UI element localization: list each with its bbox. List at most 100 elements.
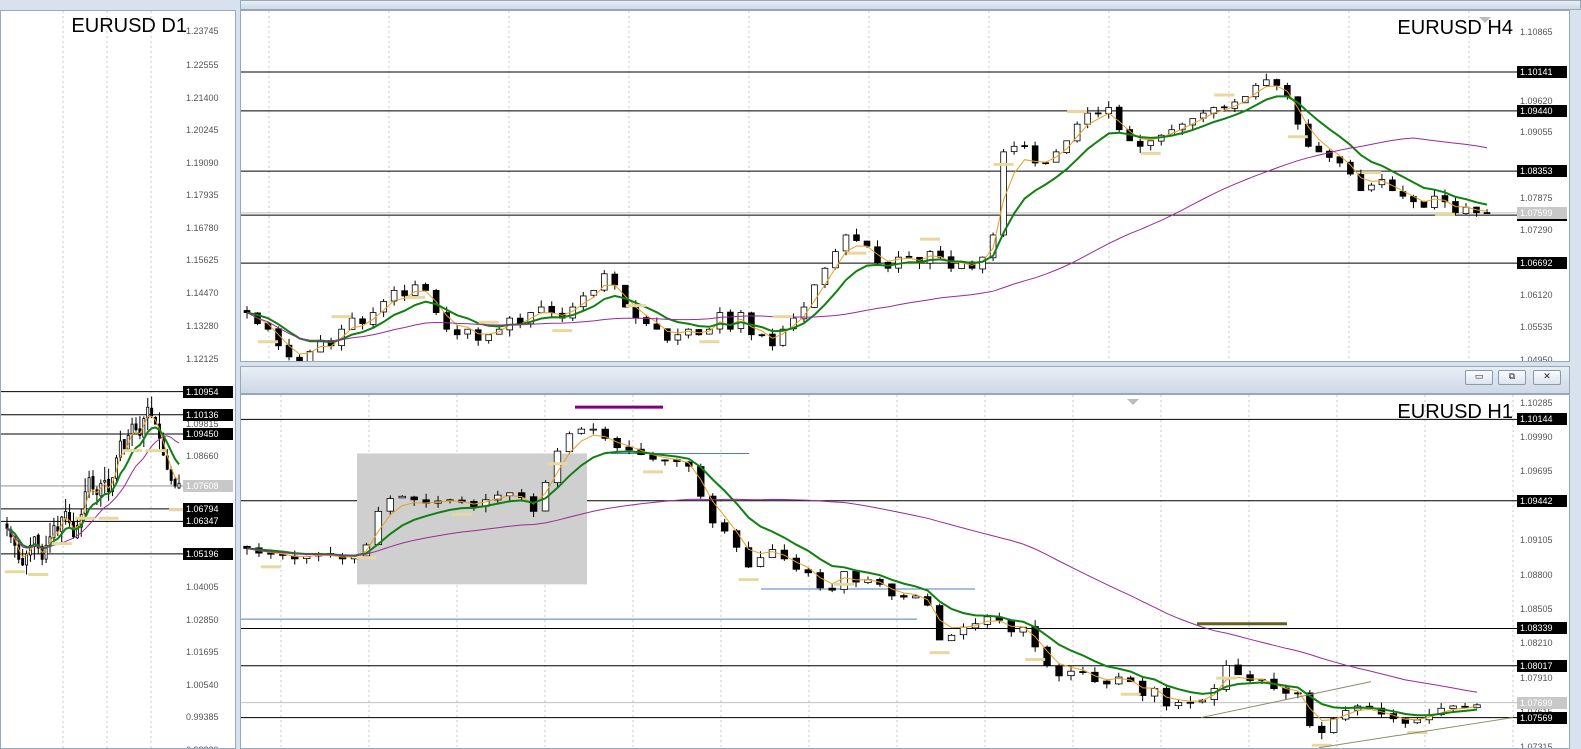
chart-d1-canvas[interactable] <box>1 11 236 749</box>
candle-body <box>553 450 562 484</box>
candle-body <box>1357 173 1365 192</box>
candle-body <box>1055 665 1063 677</box>
level-price-label[interactable]: 1.08017 <box>1517 659 1567 672</box>
candle-body <box>1079 671 1087 673</box>
window-titlebar-h1[interactable]: ▭ ⧉ ✕ <box>240 366 1570 394</box>
candle-body <box>1263 79 1270 86</box>
y-tick-label: 1.20245 <box>186 125 219 136</box>
y-tick-label: 1.08800 <box>1520 570 1553 581</box>
y-tick-label: 1.09990 <box>1520 432 1553 443</box>
current-price-label: 1.07599 <box>1517 206 1567 219</box>
candle-body <box>1136 140 1144 147</box>
candle-body <box>720 522 729 532</box>
candle-body <box>1147 140 1155 146</box>
y-tick-label: 1.21400 <box>186 92 219 103</box>
candle-body <box>390 290 398 302</box>
level-price-label[interactable]: 1.10136 <box>183 408 233 421</box>
candle-body <box>87 477 91 493</box>
level-price-label[interactable]: 1.10954 <box>183 385 233 398</box>
candle-body <box>935 605 944 641</box>
candle-body <box>130 423 134 435</box>
candle-body <box>150 407 154 417</box>
chart-h1-canvas[interactable] <box>241 395 1570 749</box>
candle-body <box>853 234 860 241</box>
candle-body <box>398 495 406 499</box>
level-price-label[interactable]: 1.06692 <box>1517 257 1567 270</box>
candle-body <box>732 530 741 548</box>
candle-body <box>537 306 545 314</box>
y-tick-label: 1.01695 <box>186 647 219 658</box>
candle-body <box>134 423 138 431</box>
level-price-label[interactable]: 1.10141 <box>1517 66 1567 79</box>
y-tick-label: 1.12125 <box>186 353 219 364</box>
level-price-label[interactable]: 1.09450 <box>183 428 233 441</box>
y-tick-label: 1.23745 <box>186 26 219 37</box>
level-price-label[interactable]: 1.09442 <box>1517 494 1567 507</box>
candle-body <box>1010 145 1018 153</box>
candle-body <box>664 328 671 341</box>
candle-body <box>1246 674 1254 681</box>
candle-body <box>296 356 303 361</box>
candle-body <box>410 496 418 501</box>
symbol-label-h4: EURUSD H4 <box>1397 17 1513 39</box>
candle-body <box>1067 670 1075 677</box>
y-tick-label: 1.09695 <box>1520 466 1553 477</box>
chart-h4-canvas[interactable] <box>241 11 1570 362</box>
candle-body <box>685 328 692 336</box>
candle-body <box>1368 184 1375 191</box>
candle-body <box>727 311 734 330</box>
candle-body <box>1315 145 1323 153</box>
candle-body <box>577 428 586 434</box>
y-tick-label: 1.06120 <box>1520 289 1553 300</box>
current-price-label: 1.07608 <box>183 479 233 492</box>
candle-body <box>1449 705 1457 709</box>
y-tick-label: 1.09055 <box>1520 127 1553 138</box>
candle-body <box>1042 162 1049 165</box>
candle-body <box>1452 201 1459 214</box>
candle-body <box>1084 112 1091 125</box>
candle-body <box>653 323 661 330</box>
shift-marker-icon <box>1127 399 1139 405</box>
candle-body <box>912 595 920 599</box>
candle-body <box>369 312 377 325</box>
level-price-label[interactable]: 1.06347 <box>183 515 233 528</box>
candle-body <box>464 328 471 335</box>
y-tick-label: 1.22555 <box>186 59 219 70</box>
window-titlebar-h4[interactable] <box>240 0 1581 10</box>
level-price-label[interactable]: 1.07569 <box>1517 711 1567 724</box>
y-tick-label: 1.19090 <box>186 157 219 168</box>
chart-pane-h4[interactable]: EURUSD H4 1.10865 1.09620 1.09055 1.07875 1.… <box>240 10 1570 362</box>
level-price-label[interactable]: 1.05196 <box>183 547 233 560</box>
candle-body <box>625 446 633 451</box>
y-tick-label: 1.04950 <box>1520 354 1553 362</box>
y-tick-label: 0.99385 <box>186 712 219 723</box>
level-price-label[interactable]: 1.08353 <box>1517 165 1567 178</box>
current-price-label: 1.07699 <box>1517 696 1567 709</box>
level-price-label[interactable]: 1.10144 <box>1517 413 1567 426</box>
y-tick-label: 1.00540 <box>186 679 219 690</box>
candle-body <box>401 290 408 297</box>
candle-body <box>1186 701 1195 704</box>
chart-pane-d1[interactable]: EURUSD D1 1.23745 1.22555 1.21400 1.20245 1.… <box>0 10 236 749</box>
candle-body <box>1413 719 1421 724</box>
chart-pane-h1[interactable]: EURUSD H1 1.10285 1.09990 1.09695 1.09105 1.… <box>240 394 1570 749</box>
minimize-button[interactable]: ▭ <box>1465 370 1493 385</box>
candle-body <box>91 476 95 490</box>
candle-body <box>1431 195 1438 209</box>
level-price-label[interactable]: 1.06794 <box>183 502 233 515</box>
level-price-label[interactable]: 1.09440 <box>1517 104 1567 117</box>
level-price-label[interactable]: 1.08339 <box>1517 622 1567 635</box>
candle-body <box>1115 106 1123 131</box>
candle-body <box>1021 145 1028 148</box>
y-tick-label: 1.07290 <box>1520 225 1553 235</box>
close-button[interactable]: ✕ <box>1533 370 1561 385</box>
candle-body <box>103 480 107 483</box>
candle-body <box>842 234 850 252</box>
y-tick-label: 1.04005 <box>186 582 219 593</box>
restore-button[interactable]: ⧉ <box>1498 370 1526 385</box>
y-tick-label: 1.02850 <box>186 614 219 625</box>
candle-body <box>1420 201 1428 208</box>
candle-body <box>758 334 766 337</box>
symbol-label-h1: EURUSD H1 <box>1397 401 1513 423</box>
candle-body <box>386 498 394 512</box>
